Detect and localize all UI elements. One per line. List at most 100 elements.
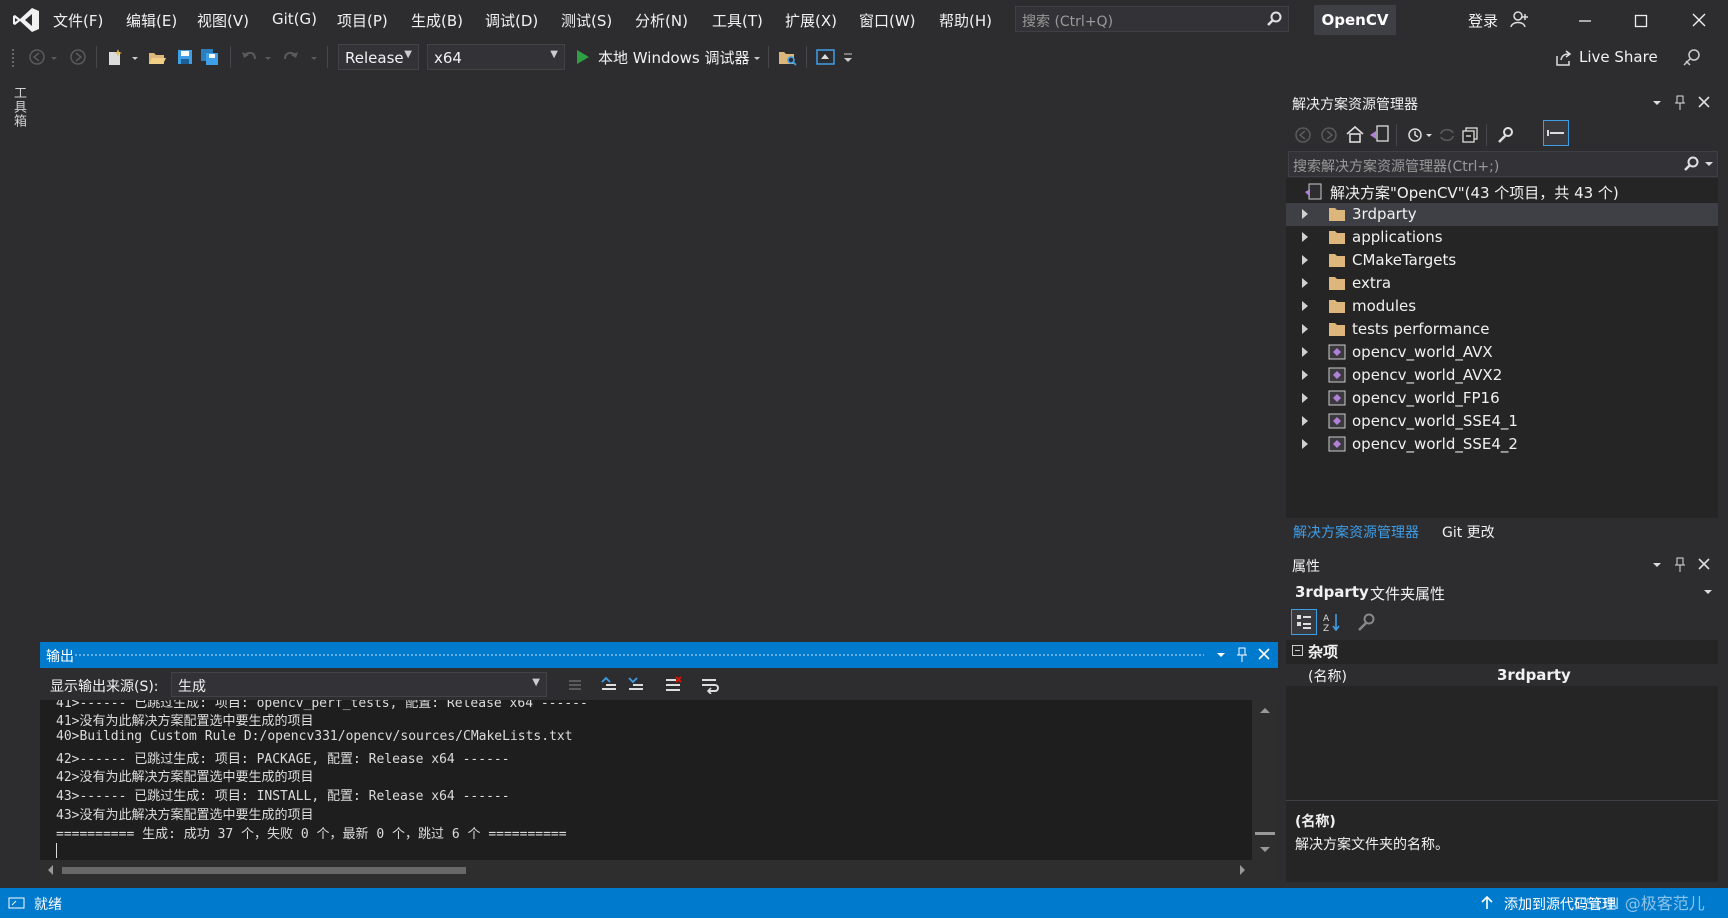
debug-target-dropdown-icon[interactable] <box>753 48 761 66</box>
menu-window[interactable]: 窗口(W) <box>859 10 916 31</box>
menu-help[interactable]: 帮助(H) <box>939 10 992 31</box>
toolbar-overflow-icon[interactable] <box>843 52 853 64</box>
tree-item[interactable]: modules <box>1286 295 1718 318</box>
pin-icon[interactable] <box>1674 95 1686 111</box>
start-debugging-button[interactable]: 本地 Windows 调试器 <box>598 47 750 68</box>
close-icon[interactable] <box>1684 8 1714 32</box>
property-value[interactable]: 3rdparty <box>1497 666 1571 684</box>
maximize-icon[interactable] <box>1626 8 1656 32</box>
window-position-dropdown-icon[interactable] <box>1652 98 1662 108</box>
close-panel-icon[interactable] <box>1698 96 1710 108</box>
toolbox-tab[interactable]: 工具箱 <box>8 86 28 128</box>
collapse-all-icon[interactable] <box>1461 126 1479 144</box>
tree-item[interactable]: 3rdparty <box>1286 203 1718 226</box>
output-horizontal-scrollbar[interactable] <box>40 860 1278 880</box>
expand-arrow-icon[interactable] <box>1302 439 1308 449</box>
toggle-word-wrap-icon[interactable] <box>700 676 720 694</box>
expand-arrow-icon[interactable] <box>1302 324 1308 334</box>
menu-git[interactable]: Git(G) <box>272 10 317 28</box>
tree-item[interactable]: applications <box>1286 226 1718 249</box>
tree-item[interactable]: tests performance <box>1286 318 1718 341</box>
window-position-dropdown-icon[interactable] <box>1216 650 1226 660</box>
properties-object-select[interactable]: 3rdparty 文件夹属性 <box>1286 580 1718 604</box>
expand-arrow-icon[interactable] <box>1302 301 1308 311</box>
undo-dropdown-icon[interactable] <box>264 48 272 66</box>
tree-item[interactable]: opencv_world_AVX <box>1286 341 1718 364</box>
close-panel-icon[interactable] <box>1698 558 1710 570</box>
pin-icon[interactable] <box>1674 557 1686 573</box>
properties-wrench-icon[interactable] <box>1496 126 1514 144</box>
pin-icon[interactable] <box>1236 647 1248 663</box>
output-source-select[interactable]: 生成 ▼ <box>171 672 547 697</box>
tab-git-changes[interactable]: Git 更改 <box>1442 522 1495 542</box>
search-options-dropdown-icon[interactable] <box>1705 160 1713 168</box>
tree-item[interactable]: opencv_world_SSE4_1 <box>1286 410 1718 433</box>
menu-edit[interactable]: 编辑(E) <box>126 10 177 31</box>
collapse-category-icon[interactable] <box>1292 645 1304 657</box>
expand-arrow-icon[interactable] <box>1302 232 1308 242</box>
menu-debug[interactable]: 调试(D) <box>485 10 538 31</box>
redo-icon[interactable] <box>282 48 300 66</box>
menu-file[interactable]: 文件(F) <box>53 10 103 31</box>
visual-studio-logo-icon[interactable] <box>12 7 40 33</box>
sign-in-link[interactable]: 登录 <box>1468 10 1498 31</box>
property-row[interactable]: (名称) 3rdparty <box>1286 664 1718 686</box>
expand-arrow-icon[interactable] <box>1302 370 1308 380</box>
navigate-back-icon[interactable] <box>28 48 46 66</box>
find-message-in-code-icon[interactable] <box>566 676 584 694</box>
menu-test[interactable]: 测试(S) <box>561 10 612 31</box>
categorized-icon[interactable] <box>1291 609 1317 635</box>
live-share-button[interactable]: Live Share <box>1579 48 1658 66</box>
new-project-icon[interactable] <box>106 48 124 66</box>
menu-project[interactable]: 项目(P) <box>337 10 388 31</box>
tree-item[interactable]: opencv_world_AVX2 <box>1286 364 1718 387</box>
global-search-input[interactable]: 搜索 (Ctrl+Q) <box>1015 6 1289 32</box>
alphabetical-icon[interactable]: AZ <box>1322 612 1344 632</box>
back-dropdown-icon[interactable] <box>50 48 58 66</box>
solution-configuration-select[interactable]: Release ▼ <box>338 44 419 70</box>
tree-item[interactable]: opencv_world_FP16 <box>1286 387 1718 410</box>
save-icon[interactable] <box>176 48 194 66</box>
back-icon[interactable] <box>1294 126 1312 144</box>
expand-arrow-icon[interactable] <box>1302 209 1308 219</box>
output-vertical-scrollbar[interactable] <box>1252 700 1278 860</box>
tree-item[interactable]: CMakeTargets <box>1286 249 1718 272</box>
tree-item[interactable]: extra <box>1286 272 1718 295</box>
menu-view[interactable]: 视图(V) <box>197 10 249 31</box>
redo-dropdown-icon[interactable] <box>310 48 318 66</box>
minimize-icon[interactable] <box>1570 8 1600 32</box>
header-grip[interactable] <box>74 653 1204 657</box>
clear-all-icon[interactable] <box>664 676 682 694</box>
open-file-icon[interactable] <box>148 48 166 66</box>
property-pages-wrench-icon[interactable] <box>1356 612 1376 632</box>
feedback-icon[interactable] <box>1682 48 1702 68</box>
menu-extensions[interactable]: 扩展(X) <box>785 10 837 31</box>
solution-platform-select[interactable]: x64 ▼ <box>427 44 565 70</box>
menu-analyze[interactable]: 分析(N) <box>635 10 688 31</box>
switch-views-icon[interactable] <box>1369 125 1389 143</box>
output-text-area[interactable]: 41>------ 已跳过生成: 项目: opencv_perf_tests, … <box>40 700 1252 860</box>
live-share-icon[interactable] <box>1554 49 1572 67</box>
arrow-up-icon[interactable] <box>1480 896 1494 910</box>
expand-arrow-icon[interactable] <box>1302 393 1308 403</box>
expand-arrow-icon[interactable] <box>1302 255 1308 265</box>
start-debugging-icon[interactable] <box>576 49 590 65</box>
close-panel-icon[interactable] <box>1258 648 1270 660</box>
save-all-icon[interactable] <box>200 48 220 66</box>
navigate-forward-icon[interactable] <box>69 48 87 66</box>
previous-message-icon[interactable] <box>600 676 618 694</box>
solution-explorer-search-input[interactable]: 搜索解决方案资源管理器(Ctrl+;) <box>1288 151 1718 177</box>
new-dropdown-icon[interactable] <box>131 48 139 66</box>
expand-arrow-icon[interactable] <box>1302 347 1308 357</box>
expand-arrow-icon[interactable] <box>1302 416 1308 426</box>
pending-changes-filter-icon[interactable] <box>1406 126 1434 144</box>
window-position-dropdown-icon[interactable] <box>1652 560 1662 570</box>
expand-arrow-icon[interactable] <box>1302 278 1308 288</box>
account-icon[interactable] <box>1510 10 1530 28</box>
menu-build[interactable]: 生成(B) <box>411 10 463 31</box>
sync-with-active-document-icon[interactable] <box>1438 126 1456 144</box>
next-message-icon[interactable] <box>627 676 645 694</box>
undo-icon[interactable] <box>240 48 258 66</box>
tab-solution-explorer[interactable]: 解决方案资源管理器 <box>1293 522 1419 542</box>
preview-selected-items-icon[interactable] <box>1543 120 1569 146</box>
